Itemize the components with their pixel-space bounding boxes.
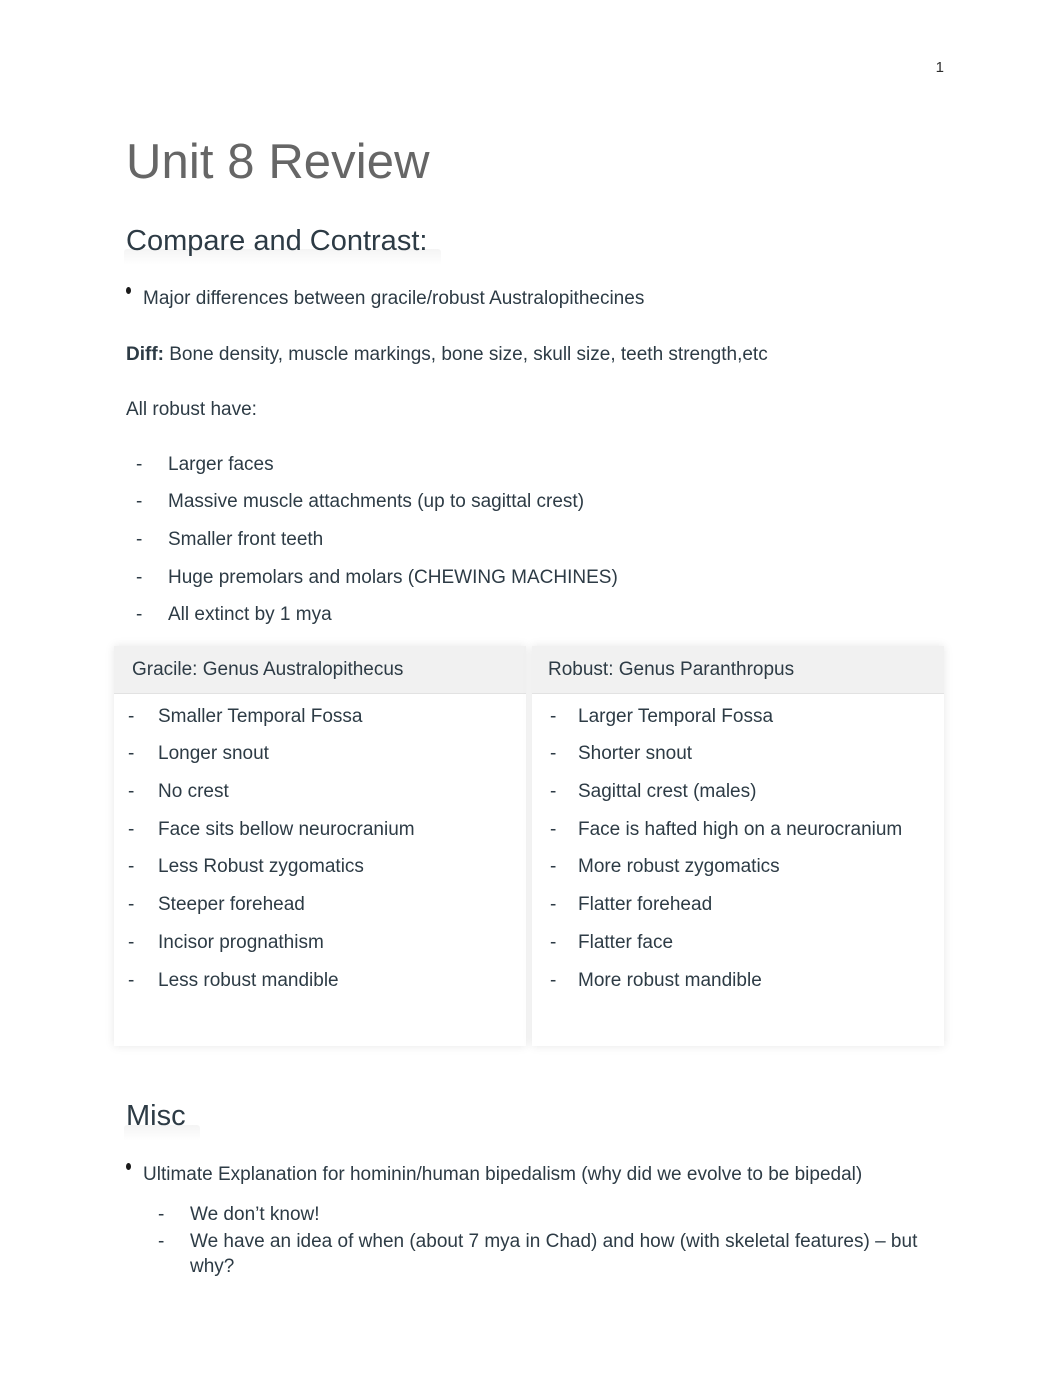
list-item: - Smaller front teeth <box>126 528 938 553</box>
list-item-label: We don’t know! <box>190 1204 320 1226</box>
dash-marker-icon: - <box>128 969 135 991</box>
diff-text: Bone density, muscle markings, bone size… <box>163 343 768 365</box>
list-item-label: Smaller front teeth <box>168 528 324 550</box>
table-row: - Sagittal crest (males) <box>532 780 944 805</box>
dash-marker-icon: - <box>158 1204 165 1226</box>
table-row: - Longer snout <box>114 742 526 767</box>
table-cell-text: More robust mandible <box>578 969 762 991</box>
table-row: - More robust zygomatics <box>532 855 944 880</box>
table-cell-text: Face sits bellow neurocranium <box>158 818 415 840</box>
table-row: - Flatter forehead <box>532 893 944 918</box>
dash-marker-icon: - <box>136 491 143 513</box>
table-row: - Smaller Temporal Fossa <box>114 705 526 730</box>
table-cell-text: Longer snout <box>158 743 269 765</box>
diff-paragraph: Diff: Bone density, muscle markings, bon… <box>126 342 938 367</box>
table-column-list: - Larger Temporal Fossa - Shorter snout -S… <box>532 694 944 994</box>
table-row: - Steeper forehead <box>114 893 526 918</box>
table-column-header: Gracile: Genus Australopithecus <box>114 646 526 694</box>
table-column-gracile: Gracile: Genus Australopithecus - Smaller… <box>114 646 526 1047</box>
table-cell-text: Less robust mandible <box>158 969 339 991</box>
table-row: - Incisor prognathism <box>114 931 526 956</box>
dash-marker-icon: - <box>550 894 557 916</box>
table-column-list: - Smaller Temporal Fossa - Longer snout - N… <box>114 694 526 994</box>
list-item: - We have an idea of when (about 7 mya in… <box>126 1230 938 1279</box>
table-cell-text: Shorter snout <box>578 743 693 765</box>
table-cell-text: More robust zygomatics <box>578 856 780 878</box>
dash-marker-icon: - <box>136 566 143 588</box>
list-item-label: All extinct by 1 mya <box>168 604 332 626</box>
table-row: - Shorter snout <box>532 742 944 767</box>
table-column-robust: Robust: Genus Paranthropus - Larger Tempo… <box>532 646 944 1047</box>
table-row: - Face sits bellow neurocranium <box>114 818 526 843</box>
table-cell-text: Flatter forehead <box>578 894 713 916</box>
table-cell-text: Smaller Temporal Fossa <box>158 705 363 727</box>
list-item-label: Huge premolars and molars (CHEWING MACHI… <box>168 566 618 588</box>
list-item: - Larger faces <box>126 453 938 478</box>
misc-sub-list: - We don’t know! - We have an idea of when… <box>126 1203 938 1279</box>
dash-marker-icon: - <box>128 705 135 727</box>
table-row: - Less Robust zygomatics <box>114 855 526 880</box>
table-column-header: Robust: Genus Paranthropus <box>532 646 944 694</box>
list-item: - Massive muscle attachments (up to sagit… <box>126 490 938 515</box>
compare-bullet-item: Major differences between gracile/robust… <box>126 286 938 311</box>
section-heading-compare-and-contrast: Compare and Contrast: <box>123 224 442 266</box>
dash-marker-icon: - <box>550 969 557 991</box>
table-row: - Larger Temporal Fossa <box>532 705 944 730</box>
table-row: - More robust mandible <box>532 969 944 994</box>
dash-marker-icon: - <box>550 743 557 765</box>
document-content: Unit 8 Review Compare and Contrast: Majo… <box>114 135 944 1282</box>
misc-bullet-text: Ultimate Explanation for hominin/human b… <box>143 1163 863 1185</box>
dash-marker-icon: - <box>550 856 557 878</box>
all-robust-list: - Larger faces - Massive muscle attachment… <box>126 453 938 628</box>
list-item: - All extinct by 1 mya <box>126 603 938 628</box>
dash-marker-icon: - <box>158 1231 165 1253</box>
dash-marker-icon: - <box>128 818 135 840</box>
table-cell-text: No crest <box>158 781 229 803</box>
dash-marker-icon: - <box>128 743 135 765</box>
table-cell-text: Flatter face <box>578 931 674 953</box>
dash-marker-icon: - <box>128 781 135 803</box>
dash-marker-icon: - <box>136 453 143 475</box>
dash-marker-icon: - <box>550 781 557 803</box>
table-row: - Flatter face <box>532 931 944 956</box>
misc-bullet-item: Ultimate Explanation for hominin/human b… <box>126 1162 938 1187</box>
dash-marker-icon: - <box>550 818 557 840</box>
table-row: - Face is hafted high on a neurocranium <box>532 818 944 843</box>
table-cell-text: Less Robust zygomatics <box>158 856 364 878</box>
table-cell-text: Incisor prognathism <box>158 931 324 953</box>
bullet-dot-icon <box>126 1162 131 1170</box>
dash-marker-icon: - <box>136 528 143 550</box>
table-cell-text: Larger Temporal Fossa <box>578 705 774 727</box>
document-page: 1 Unit 8 Review Compare and Contrast: Ma… <box>0 0 1062 1377</box>
page-number: 1 <box>935 59 944 76</box>
bullet-dot-icon <box>126 287 131 295</box>
table-row: - No crest <box>114 780 526 805</box>
dash-marker-icon: - <box>136 604 143 626</box>
dash-marker-icon: - <box>550 705 557 727</box>
list-item: - Huge premolars and molars (CHEWING MACH… <box>126 566 938 591</box>
dash-marker-icon: - <box>550 931 557 953</box>
comparison-table: Gracile: Genus Australopithecus - Smaller… <box>114 646 944 1047</box>
list-item-label: Massive muscle attachments (up to sagitt… <box>168 491 585 513</box>
compare-bullet-text: Major differences between gracile/robust… <box>143 288 645 310</box>
table-cell-text: Steeper forehead <box>158 894 305 916</box>
list-item: - We don’t know! <box>126 1203 938 1227</box>
section-heading-misc: Misc <box>124 1100 200 1141</box>
compare-heading-row: Compare and Contrast: <box>123 224 938 286</box>
misc-heading-row: Misc <box>124 1100 938 1161</box>
dash-marker-icon: - <box>128 931 135 953</box>
dash-marker-icon: - <box>128 856 135 878</box>
table-row: - Less robust mandible <box>114 969 526 994</box>
dash-marker-icon: - <box>128 894 135 916</box>
misc-section: Misc Ultimate Explanation for hominin/hu… <box>124 1100 938 1279</box>
table-cell-text: Face is hafted high on a neurocranium <box>578 818 903 840</box>
all-robust-intro: All robust have: <box>126 399 257 421</box>
table-cell-text: Sagittal crest (males) <box>578 781 757 803</box>
list-item-label: Larger faces <box>168 453 274 475</box>
list-item-label: We have an idea of when (about 7 mya in … <box>190 1231 918 1277</box>
diff-label: Diff: <box>126 343 164 365</box>
page-title: Unit 8 Review <box>126 135 430 189</box>
